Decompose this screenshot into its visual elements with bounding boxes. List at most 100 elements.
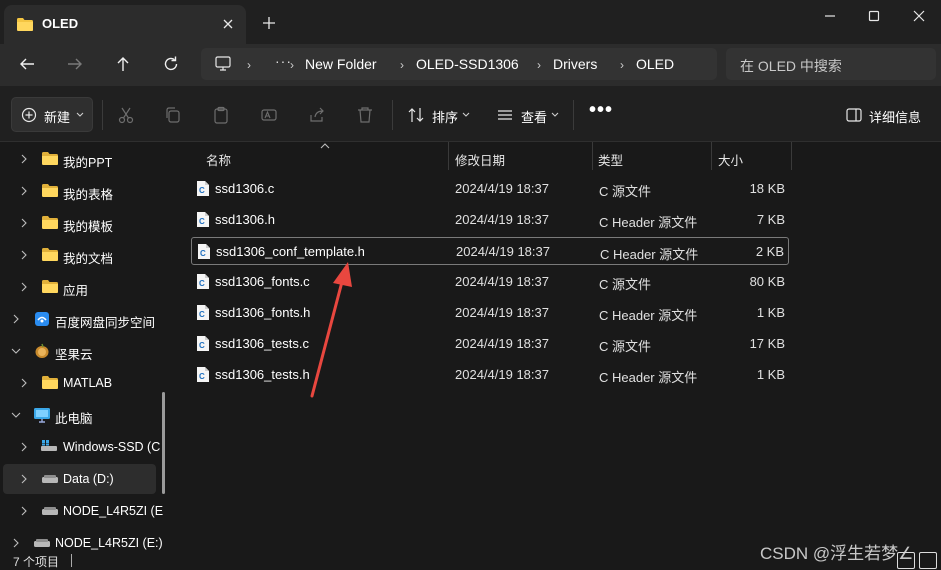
sidebar-item-my-templates[interactable]: 我的模板 xyxy=(0,208,170,238)
sidebar-scrollbar[interactable] xyxy=(162,392,165,494)
sidebar-item-apps[interactable]: 应用 xyxy=(0,272,170,302)
file-modified: 2024/4/19 18:37 xyxy=(456,244,550,259)
column-divider[interactable] xyxy=(791,142,792,170)
breadcrumb-drivers[interactable]: Drivers xyxy=(553,56,597,72)
close-window-button[interactable] xyxy=(911,8,927,24)
file-name: ssd1306_fonts.c xyxy=(215,274,310,289)
sidebar-item-baidu-netdisk[interactable]: 百度网盘同步空间 xyxy=(0,304,170,334)
file-row[interactable]: C ssd1306_tests.c 2024/4/19 18:37 C 源文件 … xyxy=(191,330,789,358)
sidebar-item-label: 我的PPT xyxy=(63,156,113,170)
chevron-right-icon[interactable] xyxy=(21,186,27,196)
file-row[interactable]: C ssd1306_fonts.h 2024/4/19 18:37 C Head… xyxy=(191,299,789,327)
forward-button[interactable] xyxy=(66,55,84,73)
file-row-focused[interactable]: C ssd1306_conf_template.h 2024/4/19 18:3… xyxy=(191,237,789,265)
file-row[interactable]: C ssd1306_tests.h 2024/4/19 18:37 C Head… xyxy=(191,361,789,389)
file-row[interactable]: C ssd1306.h 2024/4/19 18:37 C Header 源文件… xyxy=(191,206,789,234)
sidebar-item-my-ppt[interactable]: 我的PPT xyxy=(0,144,170,174)
chevron-right-icon[interactable] xyxy=(13,538,19,548)
column-header-modified[interactable]: 修改日期 xyxy=(455,150,505,169)
details-button[interactable]: 详细信息 xyxy=(869,107,921,126)
maximize-button[interactable] xyxy=(866,8,882,24)
search-placeholder: 在 OLED 中搜索 xyxy=(740,58,842,74)
c-source-file-icon: C xyxy=(196,180,210,197)
sidebar-item-this-pc[interactable]: 此电脑 xyxy=(0,400,170,430)
sidebar-item-drive-e-root[interactable]: NODE_L4R5ZI (E:) xyxy=(0,528,170,551)
sidebar-item-label: NODE_L4R5ZI (E xyxy=(63,504,164,518)
copy-icon[interactable] xyxy=(164,106,182,124)
sidebar-item-label: 坚果云 xyxy=(55,348,93,362)
jianguoyun-icon xyxy=(34,343,50,359)
sidebar-item-matlab[interactable]: MATLAB xyxy=(0,368,170,398)
file-type: C 源文件 xyxy=(599,184,652,199)
sidebar-item-drive-e[interactable]: NODE_L4R5ZI (E xyxy=(0,496,170,526)
new-tab-button[interactable] xyxy=(262,16,276,30)
new-button[interactable]: 新建 xyxy=(11,97,93,132)
search-input[interactable]: 在 OLED 中搜索 xyxy=(726,48,936,80)
details-pane-icon[interactable] xyxy=(845,106,863,124)
column-divider[interactable] xyxy=(448,142,449,170)
file-row[interactable]: C ssd1306.c 2024/4/19 18:37 C 源文件 18 KB xyxy=(191,175,789,203)
column-divider[interactable] xyxy=(711,142,712,170)
column-header-size[interactable]: 大小 xyxy=(718,150,743,169)
column-header-name[interactable]: 名称 xyxy=(206,150,231,169)
baidu-netdisk-icon xyxy=(34,311,50,327)
svg-text:C: C xyxy=(199,279,205,288)
chevron-right-icon[interactable] xyxy=(13,314,19,324)
paste-icon[interactable] xyxy=(212,106,230,124)
sidebar-item-my-sheets[interactable]: 我的表格 xyxy=(0,176,170,206)
file-name: ssd1306_conf_template.h xyxy=(216,244,365,259)
tiles-view-icon[interactable] xyxy=(919,552,937,569)
tab-oled[interactable]: OLED xyxy=(4,5,246,44)
toolbar-divider xyxy=(573,100,574,130)
cut-icon[interactable] xyxy=(117,106,135,124)
chevron-right-icon[interactable] xyxy=(21,250,27,260)
address-bar[interactable]: › ··· › New Folder › OLED-SSD1306 › Driv… xyxy=(201,48,717,80)
up-button[interactable] xyxy=(114,55,132,73)
chevron-right-icon[interactable] xyxy=(21,474,27,484)
file-row[interactable]: C ssd1306_fonts.c 2024/4/19 18:37 C 源文件 … xyxy=(191,268,789,296)
chevron-right-icon[interactable] xyxy=(21,154,27,164)
sort-icon[interactable] xyxy=(407,106,425,124)
file-modified: 2024/4/19 18:37 xyxy=(455,367,549,382)
file-name: ssd1306_fonts.h xyxy=(215,305,311,320)
column-header-type[interactable]: 类型 xyxy=(598,150,623,169)
file-size: 1 KB xyxy=(756,305,785,320)
delete-icon[interactable] xyxy=(356,106,374,124)
sort-button[interactable]: 排序 xyxy=(432,107,458,126)
chevron-down-icon[interactable] xyxy=(11,412,21,418)
breadcrumb-oled-ssd1306[interactable]: OLED-SSD1306 xyxy=(416,56,519,72)
back-button[interactable] xyxy=(18,55,36,73)
sidebar-item-drive-d[interactable]: Data (D:) xyxy=(3,464,156,494)
chevron-down-icon[interactable] xyxy=(11,348,21,354)
svg-text:C: C xyxy=(199,310,205,319)
computer-icon xyxy=(33,407,51,423)
chevron-right-icon[interactable] xyxy=(21,442,27,452)
minimize-button[interactable] xyxy=(822,8,838,24)
sidebar-item-my-documents[interactable]: 我的文档 xyxy=(0,240,170,270)
sidebar-item-drive-c[interactable]: Windows-SSD (C xyxy=(0,432,170,462)
file-type: C Header 源文件 xyxy=(600,247,699,262)
chevron-right-icon[interactable] xyxy=(21,506,27,516)
navigation-bar: › ··· › New Folder › OLED-SSD1306 › Driv… xyxy=(0,44,941,86)
breadcrumb-oled[interactable]: OLED xyxy=(636,56,674,72)
chevron-right-icon: › xyxy=(290,58,294,72)
chevron-right-icon: › xyxy=(620,58,624,72)
close-tab-icon[interactable] xyxy=(221,17,235,31)
file-type: C Header 源文件 xyxy=(599,370,698,385)
breadcrumb-new-folder[interactable]: New Folder xyxy=(305,56,377,72)
file-modified: 2024/4/19 18:37 xyxy=(455,305,549,320)
column-divider[interactable] xyxy=(592,142,593,170)
share-icon[interactable] xyxy=(308,106,326,124)
sidebar-item-jianguoyun[interactable]: 坚果云 xyxy=(0,336,170,366)
rename-icon[interactable] xyxy=(260,106,278,124)
more-options-button[interactable]: ••• xyxy=(589,99,613,122)
file-type: C Header 源文件 xyxy=(599,308,698,323)
refresh-button[interactable] xyxy=(162,55,180,73)
details-view-icon[interactable] xyxy=(897,552,915,569)
view-button[interactable]: 查看 xyxy=(521,107,547,126)
chevron-right-icon[interactable] xyxy=(21,378,27,388)
chevron-right-icon[interactable] xyxy=(21,218,27,228)
view-icon[interactable] xyxy=(496,106,514,124)
sidebar-item-label: 应用 xyxy=(63,284,89,298)
chevron-right-icon[interactable] xyxy=(21,282,27,292)
